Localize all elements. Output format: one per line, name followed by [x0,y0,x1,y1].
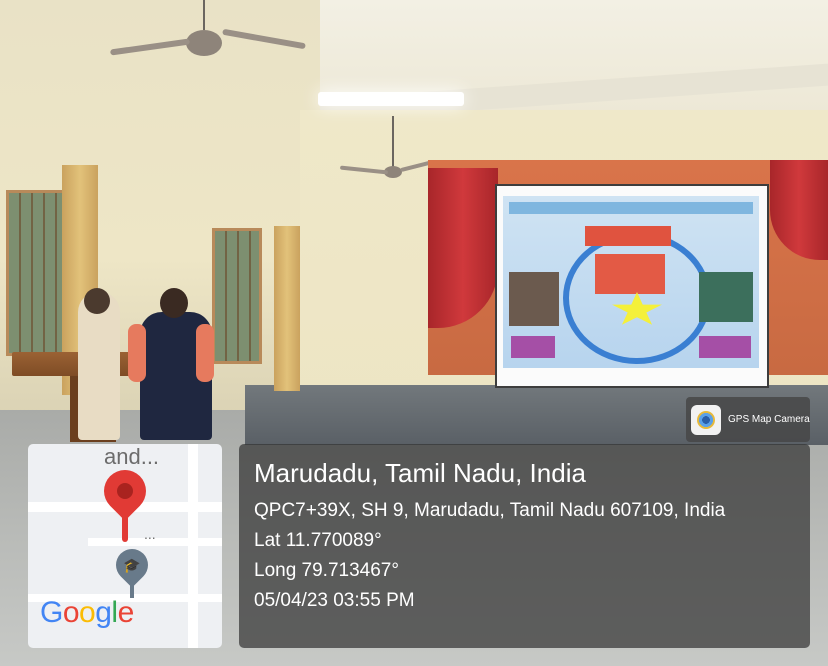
location-pin-tail [122,508,128,542]
curtain-yellow [274,226,300,391]
google-logo-letter: o [62,596,80,629]
google-logo-letter: e [117,596,135,629]
latitude: Lat 11.770089° [254,530,382,551]
slide-header [509,202,753,214]
ceiling-fan-icon [186,30,222,56]
slide-photo [509,272,559,326]
google-logo-letter: o [79,596,96,629]
location-address: QPC7+39X, SH 9, Marudadu, Tamil Nadu 607… [254,500,726,521]
window-middle [212,228,262,364]
slide-box [595,254,665,294]
projector-screen-icon [495,184,769,388]
person-arm [196,324,214,382]
photo-frame: GPS Map Camera and... ... 🎓 Google Marud… [0,0,828,666]
location-info-panel: Marudadu, Tamil Nadu, India QPC7+39X, SH… [239,444,810,648]
map-poi-dots: ... [144,526,156,542]
tube-light [318,92,464,106]
slide-box [511,336,555,358]
map-road [188,444,198,648]
location-title: Marudadu, Tamil Nadu, India [254,458,586,488]
map-place-label: and... [104,444,160,469]
person-head [160,288,188,318]
map-thumbnail[interactable]: and... ... 🎓 Google [28,444,222,648]
longitude: Long 79.713467° [254,560,399,581]
person-arm [128,324,146,382]
graduation-cap-icon: 🎓 [123,557,141,573]
window-left [6,190,68,356]
camera-icon [691,404,721,435]
slide-photo [699,272,753,322]
presentation-slide [503,196,759,368]
person-left [78,292,120,440]
slide-box [585,226,671,246]
gps-map-camera-badge: GPS Map Camera [686,397,810,442]
slide-box [699,336,751,358]
google-logo-letter: G [40,596,63,629]
fan-rod [203,0,205,30]
person-head [84,288,110,314]
badge-label: GPS Map Camera [728,414,810,425]
fan-rod [392,116,394,168]
timestamp: 05/04/23 03:55 PM [254,590,415,611]
google-logo: Google [40,596,134,630]
google-logo-letter: g [95,596,112,629]
